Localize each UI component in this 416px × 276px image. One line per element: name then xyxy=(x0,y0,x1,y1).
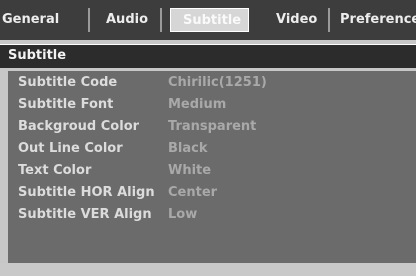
settings-panel: Subtitle Code Chirilic(1251) Subtitle Fo… xyxy=(8,71,416,263)
tab-preferences[interactable]: Preferences xyxy=(334,8,416,32)
footer-strip xyxy=(0,263,416,276)
setting-value: Medium xyxy=(168,97,227,112)
setting-value: Black xyxy=(168,141,208,156)
tab-bar: · General Audio Subtitle Video Preferenc… xyxy=(0,0,416,40)
setting-value: Chirilic(1251) xyxy=(168,75,267,90)
panel-left-edge xyxy=(0,68,8,263)
setting-value: Center xyxy=(168,185,218,200)
setting-label: Out Line Color xyxy=(18,141,123,156)
osd-screen: · General Audio Subtitle Video Preferenc… xyxy=(0,0,416,276)
setting-label: Backgroud Color xyxy=(18,119,140,134)
setting-value: Low xyxy=(168,207,198,222)
setting-label: Text Color xyxy=(18,163,92,178)
tab-general[interactable]: General xyxy=(0,8,90,32)
section-title: Subtitle xyxy=(8,48,67,63)
tab-audio[interactable]: Audio xyxy=(92,8,162,32)
setting-label: Subtitle VER Align xyxy=(18,207,152,222)
setting-label: Subtitle Code xyxy=(18,75,118,90)
setting-label: Subtitle HOR Align xyxy=(18,185,155,200)
setting-label: Subtitle Font xyxy=(18,97,114,112)
section-header: Subtitle xyxy=(0,44,416,68)
setting-value: White xyxy=(168,163,212,178)
tab-video[interactable]: Video xyxy=(250,8,330,32)
tab-subtitle[interactable]: Subtitle xyxy=(170,8,249,32)
setting-value: Transparent xyxy=(168,119,257,134)
